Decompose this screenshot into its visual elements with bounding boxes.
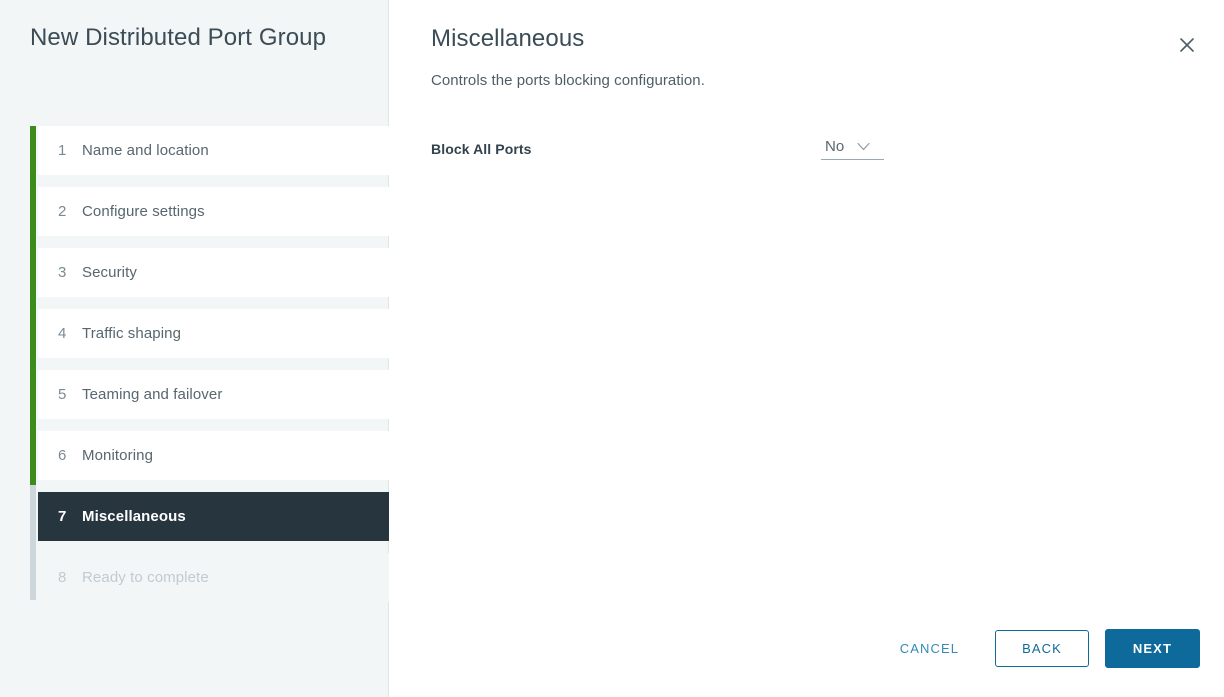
sidebar-step-name-and-location[interactable]: 1 Name and location	[38, 126, 389, 175]
next-button[interactable]: Next	[1104, 629, 1200, 668]
sidebar-step-miscellaneous[interactable]: 7 Miscellaneous	[38, 492, 389, 541]
step-number: 5	[58, 386, 67, 403]
wizard-footer: Cancel Back Next	[886, 629, 1200, 668]
step-label: Monitoring	[82, 447, 154, 464]
step-label: Security	[82, 264, 137, 281]
sidebar-step-security[interactable]: 3 Security	[38, 248, 389, 297]
step-label: Teaming and failover	[82, 386, 223, 403]
block-all-ports-row: Block All Ports No	[431, 138, 1171, 160]
close-icon	[1180, 38, 1194, 52]
sidebar-step-configure-settings[interactable]: 2 Configure settings	[38, 187, 389, 236]
step-number: 3	[58, 264, 67, 281]
chevron-down-icon	[857, 142, 870, 151]
step-number: 6	[58, 447, 67, 464]
step-number: 2	[58, 203, 67, 220]
progress-rail-completed	[30, 126, 36, 485]
step-label: Miscellaneous	[82, 508, 186, 525]
block-all-ports-value: No	[825, 138, 845, 155]
cancel-button[interactable]: Cancel	[886, 632, 973, 665]
block-all-ports-select[interactable]: No	[821, 138, 884, 160]
step-number: 8	[58, 569, 67, 586]
step-label: Configure settings	[82, 203, 205, 220]
wizard-title: New Distributed Port Group	[30, 24, 327, 51]
sidebar-step-traffic-shaping[interactable]: 4 Traffic shaping	[38, 309, 389, 358]
step-number: 4	[58, 325, 67, 342]
wizard-sidebar: New Distributed Port Group 1 Name and lo…	[0, 0, 389, 697]
step-label: Ready to complete	[82, 569, 209, 586]
step-label: Name and location	[82, 142, 209, 159]
close-button[interactable]	[1170, 28, 1204, 62]
page-subtitle: Controls the ports blocking configuratio…	[431, 72, 705, 89]
wizard-main-panel: Miscellaneous Controls the ports blockin…	[389, 0, 1224, 697]
step-number: 1	[58, 142, 67, 159]
sidebar-step-monitoring[interactable]: 6 Monitoring	[38, 431, 389, 480]
wizard-dialog: New Distributed Port Group 1 Name and lo…	[0, 0, 1224, 697]
step-number: 7	[58, 508, 67, 525]
block-all-ports-label: Block All Ports	[431, 141, 532, 157]
step-label: Traffic shaping	[82, 325, 182, 342]
sidebar-step-ready-to-complete: 8 Ready to complete	[38, 553, 389, 602]
back-button[interactable]: Back	[995, 630, 1089, 667]
miscellaneous-form: Block All Ports No	[431, 138, 1171, 160]
sidebar-step-teaming-and-failover[interactable]: 5 Teaming and failover	[38, 370, 389, 419]
page-title: Miscellaneous	[431, 25, 585, 52]
